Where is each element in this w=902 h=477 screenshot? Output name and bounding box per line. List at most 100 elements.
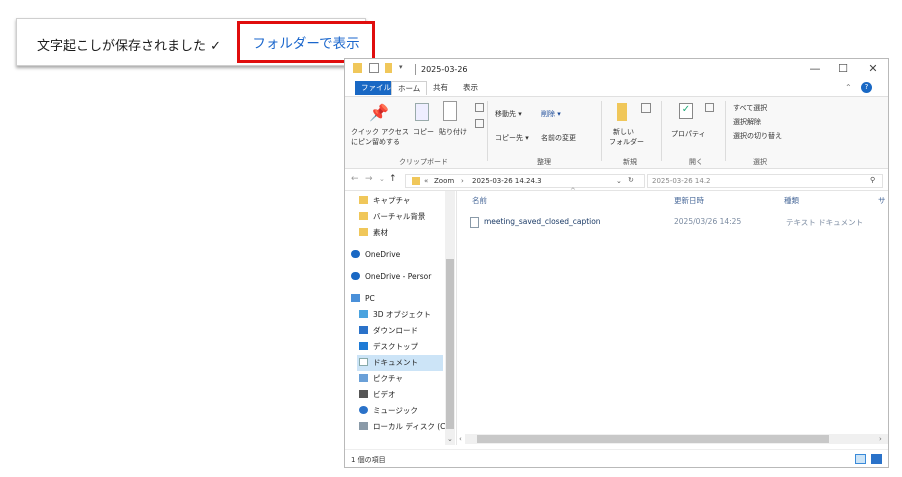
pin-quick-access-label-2: にピン留めする [351, 138, 400, 146]
scroll-right-icon[interactable]: › [879, 435, 882, 443]
column-header-name[interactable]: 名前 [472, 195, 487, 206]
navigation-pane: キャプチャ バーチャル背景 素材 OneDrive OneDrive - Per… [345, 191, 457, 445]
new-folder-button[interactable]: 新しい [613, 127, 634, 137]
horizontal-scrollbar-thumb[interactable] [477, 435, 829, 443]
address-dropdown-icon[interactable]: ⌄ [616, 177, 622, 185]
group-divider [725, 101, 726, 161]
disk-icon [359, 422, 368, 430]
details-view-icon[interactable] [855, 454, 866, 464]
tab-share[interactable]: 共有 [427, 81, 454, 95]
minimize-button[interactable]: — [801, 61, 829, 77]
maximize-button[interactable]: ☐ [829, 61, 857, 77]
cube-icon [359, 310, 368, 318]
group-organize-label: 整理 [537, 158, 551, 166]
nav-item-documents[interactable]: ドキュメント [357, 355, 443, 371]
nav-item-local-disk[interactable]: ローカル ディスク (C [359, 419, 445, 435]
file-explorer-window: ▾ 2025-03-26 — ☐ ✕ ファイル ホーム 共有 表示 ⌃ ? 📌 … [344, 58, 889, 468]
folder-icon [359, 228, 368, 236]
forward-button[interactable]: → [365, 174, 373, 184]
select-all-button[interactable]: すべて選択 [733, 103, 767, 113]
pin-quick-access-button[interactable]: クイック アクセス [351, 127, 409, 137]
nav-item-capture[interactable]: キャプチャ [359, 193, 410, 209]
tab-view[interactable]: 表示 [457, 81, 484, 95]
cut-icon[interactable] [475, 103, 484, 112]
paste-icon [443, 101, 457, 121]
column-header-size[interactable]: サ [878, 195, 886, 206]
file-type: テキスト ドキュメント [786, 218, 864, 227]
nav-item-pc[interactable]: PC [351, 291, 375, 307]
path-date[interactable]: 2025-03-26 14.24.3 [472, 177, 542, 185]
nav-item-pictures[interactable]: ピクチャ [359, 371, 403, 387]
folder-icon [359, 196, 368, 204]
back-button[interactable]: ← [351, 174, 359, 184]
invert-selection-button[interactable]: 選択の切り替え [733, 131, 782, 141]
recent-dropdown-icon[interactable]: ⌄ [379, 175, 385, 183]
address-toolbar: ← → ⌄ ↑ « Zoom › 2025-03-26 14.24.3 ⌄ ↻ … [345, 171, 888, 191]
title-separator [415, 64, 416, 75]
path-overflow-icon[interactable]: « [424, 177, 428, 185]
picture-icon [359, 374, 368, 382]
nav-item-materials[interactable]: 素材 [359, 225, 388, 241]
properties-button[interactable]: プロパティ [671, 129, 706, 139]
music-icon [359, 406, 368, 414]
nav-item-videos[interactable]: ビデオ [359, 387, 396, 403]
paste-button[interactable]: 貼り付け [439, 127, 467, 137]
sort-indicator-icon: ^ [570, 187, 576, 195]
nav-item-downloads[interactable]: ダウンロード [359, 323, 418, 339]
properties-icon: ✓ [679, 103, 693, 119]
nav-item-music[interactable]: ミュージック [359, 403, 418, 419]
column-header-type[interactable]: 種類 [784, 195, 799, 206]
search-placeholder: 2025-03-26 14.2 [652, 177, 711, 185]
nav-item-desktop[interactable]: デスクトップ [359, 339, 418, 355]
search-input[interactable]: 2025-03-26 14.2 ⚲ [647, 174, 883, 188]
move-to-button[interactable]: 移動先 ▾ [495, 109, 522, 119]
group-divider [601, 101, 602, 161]
document-icon [359, 358, 368, 366]
ribbon-collapse-icon[interactable]: ⌃ [845, 83, 852, 92]
file-name: meeting_saved_closed_caption [484, 217, 601, 226]
nav-item-virtual-bg[interactable]: バーチャル背景 [359, 209, 425, 225]
new-folder-quick-icon[interactable] [385, 63, 392, 73]
address-bar[interactable]: « Zoom › 2025-03-26 14.24.3 ⌄ ↻ [405, 174, 645, 188]
copy-to-button[interactable]: コピー先 ▾ [495, 133, 529, 143]
path-zoom[interactable]: Zoom [434, 177, 454, 185]
nav-item-3d-objects[interactable]: 3D オブジェクト [359, 307, 431, 323]
file-row[interactable]: meeting_saved_closed_caption 2025/03/26 … [468, 215, 863, 229]
video-icon [359, 390, 368, 398]
nav-item-onedrive-personal[interactable]: OneDrive - Persor [351, 269, 431, 285]
horizontal-scrollbar[interactable] [465, 434, 888, 444]
ribbon-panel: 📌 クイック アクセス にピン留めする コピー 貼り付け クリップボード 移動先… [345, 97, 888, 169]
copy-path-icon[interactable] [475, 119, 484, 128]
tab-home[interactable]: ホーム [391, 81, 428, 95]
nav-scroll-down-icon[interactable]: ⌄ [447, 435, 453, 443]
open-icon[interactable] [705, 103, 714, 112]
group-clipboard-label: クリップボード [399, 158, 448, 166]
copy-button[interactable]: コピー [413, 127, 434, 137]
help-icon[interactable]: ? [861, 82, 872, 93]
up-button[interactable]: ↑ [389, 174, 397, 184]
ribbon-tabs: ファイル ホーム 共有 表示 ⌃ ? [345, 79, 888, 97]
new-item-icon[interactable] [641, 103, 651, 113]
nav-scrollbar-thumb[interactable] [446, 259, 454, 429]
large-icons-view-icon[interactable] [871, 454, 882, 464]
search-icon[interactable]: ⚲ [870, 176, 875, 184]
select-none-button[interactable]: 選択解除 [733, 117, 761, 127]
close-button[interactable]: ✕ [859, 61, 887, 77]
column-header-date[interactable]: 更新日時 [674, 195, 704, 206]
file-date: 2025/03/26 14:25 [674, 217, 742, 226]
nav-item-onedrive[interactable]: OneDrive [351, 247, 400, 263]
group-select-label: 選択 [753, 158, 767, 166]
desktop-icon [359, 342, 368, 350]
refresh-icon[interactable]: ↻ [628, 176, 634, 184]
group-new-label: 新規 [623, 158, 637, 166]
delete-button[interactable]: 削除 ▾ [541, 109, 561, 119]
rename-button[interactable]: 名前の変更 [541, 133, 576, 143]
status-bar: 1 個の項目 [345, 449, 888, 467]
download-icon [359, 326, 368, 334]
show-in-folder-button[interactable]: フォルダーで表示 [237, 21, 375, 63]
scroll-left-icon[interactable]: ‹ [459, 435, 462, 443]
notification-message: 文字起こしが保存されました ✓ [37, 39, 222, 54]
quick-access-dropdown-icon[interactable]: ▾ [399, 63, 403, 71]
new-folder-label-2: フォルダー [609, 138, 644, 146]
properties-quick-icon[interactable] [369, 63, 379, 73]
